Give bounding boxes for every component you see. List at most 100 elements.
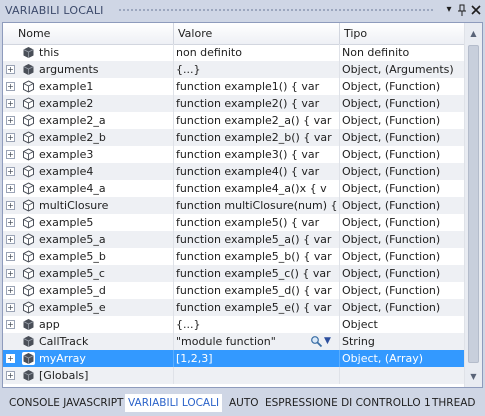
variable-value[interactable]: function example2() { var bbox=[176, 95, 339, 112]
title-grip[interactable] bbox=[118, 8, 435, 13]
variable-value[interactable]: function example2_a() { var bbox=[176, 112, 339, 129]
table-row[interactable]: + arguments {...} Object, (Arguments) bbox=[3, 61, 464, 78]
variable-value[interactable]: function example4() { var bbox=[176, 163, 339, 180]
expand-icon[interactable]: + bbox=[6, 150, 15, 159]
tab-console-javascript[interactable]: CONSOLE JAVASCRIPT bbox=[6, 394, 126, 412]
table-header: Nome Valore Tipo bbox=[3, 23, 464, 45]
function-icon bbox=[22, 216, 35, 229]
variable-name: app bbox=[39, 318, 60, 331]
variable-value[interactable]: [1,2,3] bbox=[176, 350, 339, 367]
expand-icon[interactable]: + bbox=[6, 65, 15, 74]
column-header-type[interactable]: Tipo bbox=[339, 23, 464, 44]
visualizer-dropdown-icon[interactable]: ▼ bbox=[324, 335, 334, 348]
table-row[interactable]: + multiClosure function multiClosure(num) … bbox=[3, 197, 464, 214]
variable-value[interactable]: function example1() { var bbox=[176, 78, 339, 95]
table-row[interactable]: + example5_e function example5_e() { var Ob… bbox=[3, 299, 464, 316]
column-divider bbox=[173, 282, 174, 299]
variable-value[interactable]: function example5_c() { var bbox=[176, 265, 339, 282]
variable-value[interactable]: function example4_a()x { v bbox=[176, 180, 339, 197]
table-row[interactable]: + example5_c function example5_c() { var Ob… bbox=[3, 265, 464, 282]
expand-icon[interactable]: + bbox=[6, 303, 15, 312]
vertical-scrollbar[interactable]: ▲ ▼ bbox=[464, 23, 482, 387]
expand-icon[interactable]: + bbox=[6, 184, 15, 193]
column-divider bbox=[173, 231, 174, 248]
tab-thread[interactable]: THREAD bbox=[429, 394, 479, 412]
table-row[interactable]: + example4 function example4() { var Object… bbox=[3, 163, 464, 180]
table-row[interactable]: + myArray [1,2,3] Object, (Array) bbox=[3, 350, 464, 367]
variable-value[interactable]: non definito bbox=[176, 44, 339, 61]
expand-icon[interactable]: + bbox=[6, 116, 15, 125]
column-divider bbox=[339, 316, 340, 333]
variable-icon bbox=[22, 46, 35, 59]
variable-value[interactable]: function example3() { var bbox=[176, 146, 339, 163]
tab-variabili-locali[interactable]: VARIABILI LOCALI bbox=[125, 394, 223, 412]
expand-icon[interactable]: + bbox=[6, 286, 15, 295]
variable-icon bbox=[22, 63, 35, 76]
variable-name: example5_b bbox=[39, 250, 106, 263]
table-row[interactable]: + example2_b function example2_b() { var Ob… bbox=[3, 129, 464, 146]
column-divider bbox=[173, 44, 174, 61]
column-divider bbox=[339, 95, 340, 112]
table-row[interactable]: + example5_b function example5_b() { var Ob… bbox=[3, 248, 464, 265]
expand-icon[interactable]: + bbox=[6, 201, 15, 210]
expand-icon[interactable]: + bbox=[6, 320, 15, 329]
table-row[interactable]: + example4_a function example4_a()x { v Obj… bbox=[3, 180, 464, 197]
column-divider bbox=[173, 333, 174, 350]
table-row[interactable]: + example2 function example2() { var Object… bbox=[3, 95, 464, 112]
expand-icon[interactable]: + bbox=[6, 354, 15, 363]
table-row[interactable]: this non definito Non definito bbox=[3, 44, 464, 61]
table-row[interactable]: + app {...} Object bbox=[3, 316, 464, 333]
table-row[interactable]: + example1 function example1() { var Object… bbox=[3, 78, 464, 95]
scrollbar-thumb[interactable] bbox=[468, 45, 479, 363]
text-visualizer-icon[interactable] bbox=[310, 335, 323, 348]
variable-value[interactable]: function example5_d() { var bbox=[176, 282, 339, 299]
variable-value[interactable]: function example2_b() { var bbox=[176, 129, 339, 146]
column-divider bbox=[339, 197, 340, 214]
table-row[interactable]: + example5_d function example5_d() { var Ob… bbox=[3, 282, 464, 299]
scroll-up-icon[interactable]: ▲ bbox=[465, 25, 482, 42]
expand-icon[interactable]: + bbox=[6, 235, 15, 244]
pin-icon[interactable] bbox=[455, 3, 469, 17]
tab-auto[interactable]: AUTO bbox=[226, 394, 262, 412]
variable-type: Object, (Function) bbox=[342, 131, 441, 144]
variable-value[interactable]: function example5_a() { var bbox=[176, 231, 339, 248]
column-divider bbox=[339, 180, 340, 197]
table-row[interactable]: + example3 function example3() { var Object… bbox=[3, 146, 464, 163]
expand-icon[interactable]: + bbox=[6, 218, 15, 227]
variable-type: Object, (Function) bbox=[342, 233, 441, 246]
table-row[interactable]: + example5 function example5() { var Object… bbox=[3, 214, 464, 231]
variable-value[interactable]: function example5() { var bbox=[176, 214, 339, 231]
variable-type: Object bbox=[342, 318, 378, 331]
column-header-name[interactable]: Nome bbox=[13, 23, 173, 44]
variable-type: String bbox=[342, 335, 375, 348]
column-header-value[interactable]: Valore bbox=[173, 23, 339, 44]
variable-value[interactable]: {...} bbox=[176, 316, 339, 333]
table-row[interactable]: + example5_a function example5_a() { var Ob… bbox=[3, 231, 464, 248]
variable-type: Object, (Function) bbox=[342, 182, 441, 195]
close-icon[interactable] bbox=[469, 3, 483, 17]
table-row[interactable]: + [Globals] bbox=[3, 367, 464, 384]
column-divider bbox=[339, 163, 340, 180]
variable-value[interactable]: function example5_e() { var bbox=[176, 299, 339, 316]
window-position-dropdown-icon[interactable]: ▾ bbox=[442, 3, 456, 17]
variable-value[interactable]: function multiClosure(num) { bbox=[176, 197, 339, 214]
variable-type: Object, (Function) bbox=[342, 165, 441, 178]
expand-icon[interactable]: + bbox=[6, 252, 15, 261]
variable-name: example2_a bbox=[39, 114, 106, 127]
variable-value[interactable] bbox=[176, 367, 339, 384]
variable-value[interactable]: function example5_b() { var bbox=[176, 248, 339, 265]
table-row[interactable]: + example2_a function example2_a() { var Ob… bbox=[3, 112, 464, 129]
variable-type: Object, (Arguments) bbox=[342, 63, 454, 76]
expand-icon[interactable]: + bbox=[6, 167, 15, 176]
column-divider bbox=[339, 299, 340, 316]
scroll-down-icon[interactable]: ▼ bbox=[465, 368, 482, 385]
tab-espressione-di-controllo-1[interactable]: ESPRESSIONE DI CONTROLLO 1 bbox=[262, 394, 434, 412]
expand-icon[interactable]: + bbox=[6, 99, 15, 108]
variable-value[interactable]: {...} bbox=[176, 61, 339, 78]
expand-icon[interactable]: + bbox=[6, 82, 15, 91]
expand-icon[interactable]: + bbox=[6, 133, 15, 142]
expand-icon[interactable]: + bbox=[6, 371, 15, 380]
variable-type: Object, (Function) bbox=[342, 301, 441, 314]
table-row[interactable]: CallTrack "module function" ▼ String bbox=[3, 333, 464, 350]
expand-icon[interactable]: + bbox=[6, 269, 15, 278]
